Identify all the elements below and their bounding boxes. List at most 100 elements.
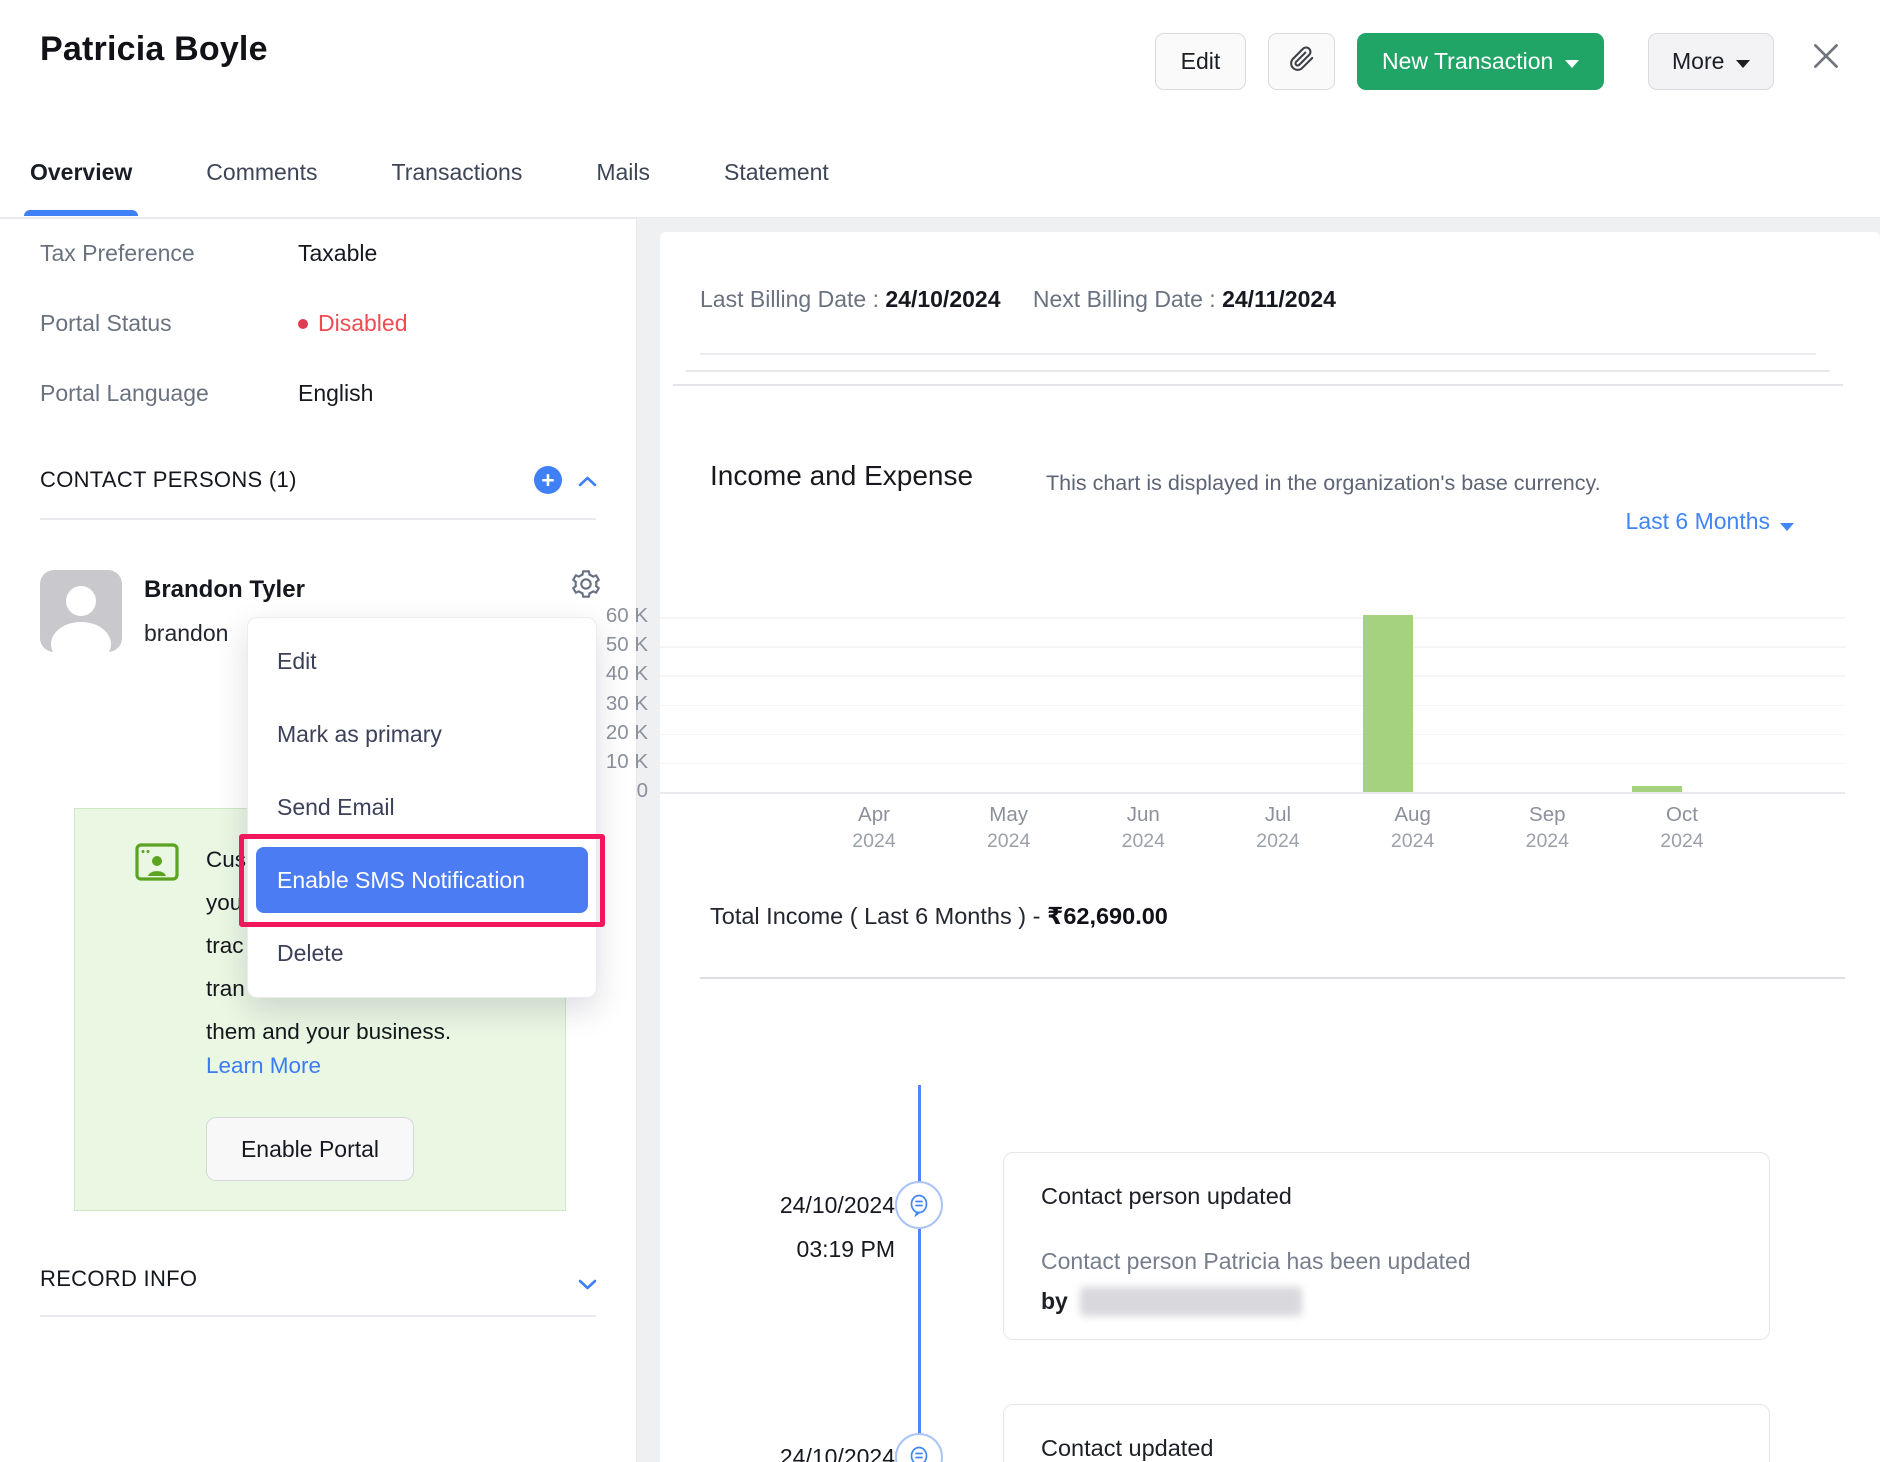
customer-detail-page: Patricia Boyle Edit New Transaction More…	[0, 0, 1880, 1462]
info-value: English	[298, 380, 373, 407]
last-billing-date-value: 24/10/2024	[885, 286, 1000, 312]
gridline	[660, 617, 1845, 619]
bar-aug-2024	[1363, 615, 1413, 792]
tab-transactions[interactable]: Transactions	[392, 128, 523, 216]
contact-person-email: brandon	[144, 620, 228, 647]
gridline	[660, 734, 1845, 736]
bar-oct-2024	[1632, 786, 1682, 792]
gear-icon	[570, 568, 602, 605]
total-income-value: ₹62,690.00	[1047, 903, 1168, 929]
sidebar-divider	[636, 218, 637, 1462]
portal-text-line: them and your business.	[206, 1010, 551, 1053]
x-axis-year: 2024	[1477, 828, 1617, 855]
gridline	[660, 763, 1845, 765]
x-axis-year: 2024	[1208, 828, 1348, 855]
x-axis-month: Aug	[1343, 801, 1483, 828]
tab-statement[interactable]: Statement	[724, 128, 829, 216]
timeline-time: 03:19 PM	[725, 1236, 895, 1263]
stacked-card-edge	[700, 353, 1816, 355]
x-axis-label-apr-2024: Apr2024	[804, 801, 944, 855]
x-axis-label-may-2024: May2024	[939, 801, 1079, 855]
billing-dates: Last Billing Date : 24/10/2024 Next Bill…	[700, 286, 1362, 313]
edit-button-label: Edit	[1181, 48, 1221, 75]
total-income-label: Total Income ( Last 6 Months ) -	[710, 903, 1047, 929]
chart-title: Income and Expense	[710, 460, 973, 492]
avatar-head	[66, 586, 96, 616]
page-title: Patricia Boyle	[40, 30, 268, 69]
tabs: Overview Comments Transactions Mails Stateme…	[30, 128, 829, 216]
menu-item-send-email[interactable]: Send Email	[248, 771, 596, 844]
timeline-date: 24/10/2024	[725, 1444, 895, 1462]
info-row-portal-language: Portal Language English	[0, 380, 636, 414]
chevron-up-icon[interactable]	[578, 474, 597, 492]
chart-period-select[interactable]: Last 6 Months	[1560, 508, 1794, 535]
timeline-card-by: by	[1041, 1287, 1769, 1316]
edit-button[interactable]: Edit	[1155, 33, 1246, 90]
close-icon	[1808, 38, 1844, 79]
x-axis-label-oct-2024: Oct2024	[1612, 801, 1752, 855]
x-axis-year: 2024	[1612, 828, 1752, 855]
caret-down-icon	[1736, 60, 1750, 68]
x-axis-label-sep-2024: Sep2024	[1477, 801, 1617, 855]
last-billing-date-label: Last Billing Date :	[700, 286, 879, 312]
menu-item-mark-as-primary[interactable]: Mark as primary	[248, 698, 596, 771]
menu-item-delete[interactable]: Delete	[248, 917, 596, 990]
contact-settings-button[interactable]	[568, 568, 604, 604]
info-label: Tax Preference	[40, 240, 195, 267]
gridline	[660, 675, 1845, 677]
x-axis-label-aug-2024: Aug2024	[1343, 801, 1483, 855]
caret-down-icon	[1565, 60, 1579, 68]
chevron-down-icon[interactable]	[578, 1277, 597, 1295]
add-contact-person-button[interactable]: +	[534, 466, 562, 494]
x-axis-label-jul-2024: Jul2024	[1208, 801, 1348, 855]
x-axis-month: Oct	[1612, 801, 1752, 828]
info-row-tax-preference: Tax PreferenceTaxable	[0, 240, 636, 274]
gridline	[660, 646, 1845, 648]
new-transaction-button[interactable]: New Transaction	[1357, 33, 1604, 90]
contact-person-context-menu: EditMark as primarySend EmailEnable SMS …	[247, 617, 597, 998]
tab-overview[interactable]: Overview	[30, 128, 132, 216]
tab-mails[interactable]: Mails	[596, 128, 650, 216]
avatar-body	[51, 622, 111, 652]
attachment-button[interactable]	[1268, 33, 1335, 90]
timeline-card-description: Contact person Patricia has been updated	[1041, 1248, 1769, 1275]
gridline	[660, 792, 1845, 794]
contact-persons-heading: CONTACT PERSONS (1)	[40, 467, 297, 493]
x-axis-month: Jul	[1208, 801, 1348, 828]
menu-item-edit[interactable]: Edit	[248, 625, 596, 698]
timeline-by-label: by	[1041, 1288, 1068, 1315]
next-billing-date-value: 24/11/2024	[1222, 286, 1336, 312]
timeline-date: 24/10/2024	[725, 1192, 895, 1219]
contact-person-name: Brandon Tyler	[144, 576, 305, 604]
info-label: Portal Language	[40, 380, 209, 407]
timeline-card-title: Contact person updated	[1041, 1183, 1769, 1210]
enable-portal-label: Enable Portal	[241, 1136, 379, 1163]
timeline-card-contact-person-updated: Contact person updated Contact person Pat…	[1003, 1152, 1770, 1340]
divider	[700, 977, 1845, 979]
paperclip-icon	[1289, 46, 1315, 78]
avatar	[40, 570, 122, 652]
info-row-portal-status: Portal StatusDisabled	[0, 310, 636, 344]
close-button[interactable]	[1804, 36, 1848, 80]
more-button[interactable]: More	[1648, 33, 1774, 90]
new-transaction-label: New Transaction	[1382, 48, 1553, 75]
timeline-card-contact-updated: Contact updated	[1003, 1404, 1770, 1462]
caret-down-icon	[1780, 523, 1794, 531]
more-button-label: More	[1672, 48, 1724, 75]
learn-more-link[interactable]: Learn More	[206, 1053, 321, 1079]
gridline	[660, 705, 1845, 707]
timeline-line	[918, 1085, 921, 1462]
divider	[40, 518, 596, 520]
x-axis-label-jun-2024: Jun2024	[1073, 801, 1213, 855]
divider	[40, 1315, 596, 1317]
stacked-card-edge	[686, 370, 1830, 372]
x-axis-year: 2024	[1073, 828, 1213, 855]
enable-portal-button[interactable]: Enable Portal	[206, 1117, 414, 1181]
chart-period-label: Last 6 Months	[1626, 508, 1770, 534]
x-axis-month: Sep	[1477, 801, 1617, 828]
tab-comments[interactable]: Comments	[206, 128, 317, 216]
timeline-comment-icon	[895, 1181, 943, 1229]
stacked-card-edge	[673, 384, 1843, 386]
total-income: Total Income ( Last 6 Months ) - ₹62,690…	[710, 902, 1168, 930]
menu-item-enable-sms-notification[interactable]: Enable SMS Notification	[256, 847, 588, 913]
